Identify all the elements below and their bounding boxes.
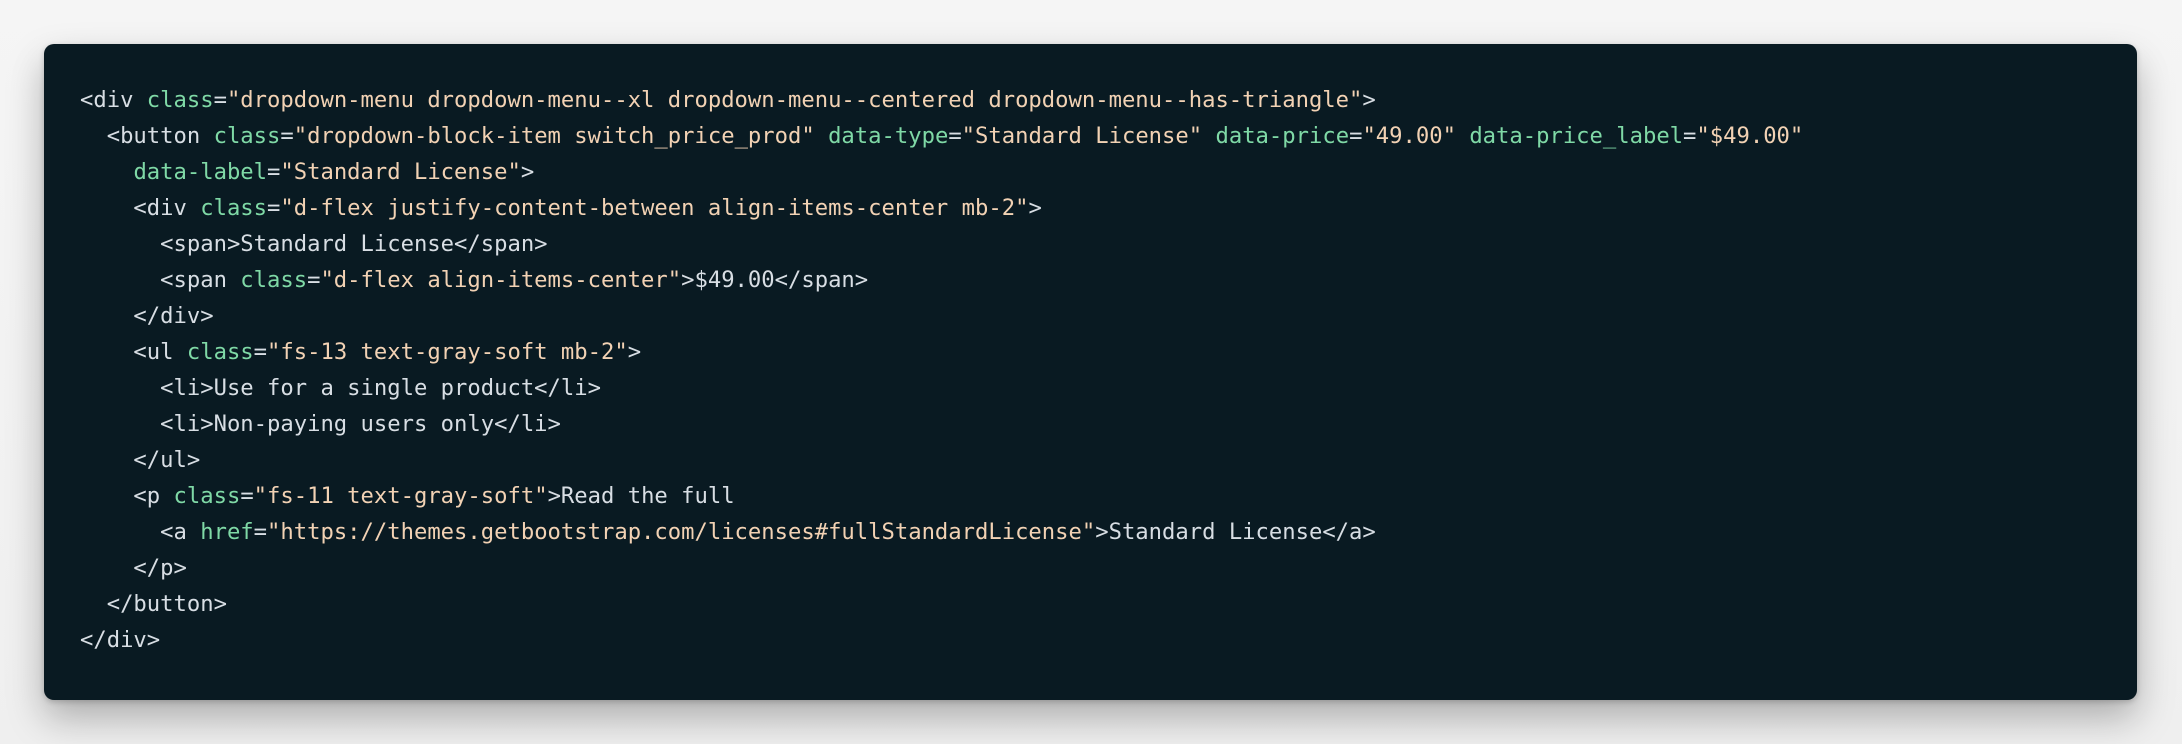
code-line: </ul>: [80, 442, 2101, 478]
code-line: <li>Use for a single product</li>: [80, 370, 2101, 406]
code-line: <a href="https://themes.getbootstrap.com…: [80, 514, 2101, 550]
code-token: data-price: [1215, 123, 1350, 149]
code-token: "49.00": [1362, 123, 1456, 149]
code-token: "d-flex align-items-center": [320, 267, 682, 293]
code-content[interactable]: <div class="dropdown-menu dropdown-menu-…: [80, 82, 2101, 658]
code-token: class: [200, 195, 268, 221]
code-line: <div class="d-flex justify-content-betwe…: [80, 190, 2101, 226]
code-token: data-label: [133, 159, 268, 185]
code-token: >Standard License</a>: [1095, 519, 1376, 545]
code-block: <div class="dropdown-menu dropdown-menu-…: [44, 44, 2137, 700]
code-token: </div>: [80, 303, 214, 329]
code-token: >: [1362, 87, 1376, 113]
code-token: =: [948, 123, 962, 149]
code-token: "Standard License": [280, 159, 521, 185]
code-token: data-price_label: [1469, 123, 1684, 149]
code-token: "dropdown-block-item switch_price_prod": [293, 123, 815, 149]
code-token: <li>Use for a single product</li>: [80, 375, 601, 401]
code-line: <span class="d-flex align-items-center">…: [80, 262, 2101, 298]
code-token: =: [253, 339, 268, 365]
code-token: =: [253, 519, 268, 545]
code-line: </div>: [80, 298, 2101, 334]
code-token: <span: [80, 267, 241, 293]
code-token: =: [280, 123, 294, 149]
code-token: >: [627, 339, 642, 365]
code-token: class: [146, 87, 214, 113]
code-line: <ul class="fs-13 text-gray-soft mb-2">: [80, 334, 2101, 370]
code-token: class: [213, 123, 281, 149]
code-token: class: [186, 339, 254, 365]
code-token: "fs-13 text-gray-soft mb-2": [267, 339, 628, 365]
code-token: =: [1349, 123, 1363, 149]
code-line: <button class="dropdown-block-item switc…: [80, 118, 2101, 154]
code-token: href: [200, 519, 254, 545]
code-token: <div: [80, 87, 147, 113]
code-token: <div: [80, 195, 201, 221]
code-line: <li>Non-paying users only</li>: [80, 406, 2101, 442]
code-token: </button>: [80, 591, 227, 617]
code-token: class: [240, 267, 308, 293]
code-token: </p>: [80, 555, 187, 581]
code-token: =: [1683, 123, 1697, 149]
code-token: </div>: [80, 627, 161, 653]
code-token: >$49.00</span>: [681, 267, 869, 293]
page-background: <div class="dropdown-menu dropdown-menu-…: [0, 0, 2182, 744]
code-token: </ul>: [80, 447, 201, 473]
code-token: <p: [80, 483, 174, 509]
code-line: <p class="fs-11 text-gray-soft">Read the…: [80, 478, 2101, 514]
code-token: <ul: [80, 339, 187, 365]
code-token: <span>Standard License</span>: [80, 231, 548, 257]
code-line: </div>: [80, 622, 2101, 658]
code-token: =: [307, 267, 321, 293]
code-line: <div class="dropdown-menu dropdown-menu-…: [80, 82, 2101, 118]
code-token: "https://themes.getbootstrap.com/license…: [267, 519, 1096, 545]
code-token: >: [1028, 195, 1042, 221]
code-token: =: [267, 159, 281, 185]
code-token: <button: [80, 123, 214, 149]
code-token: <a: [80, 519, 201, 545]
code-token: class: [173, 483, 241, 509]
code-token: >Read the full: [547, 483, 735, 509]
code-token: "dropdown-menu dropdown-menu--xl dropdow…: [226, 87, 1363, 113]
code-line: data-label="Standard License">: [80, 154, 2101, 190]
code-token: <li>Non-paying users only</li>: [80, 411, 561, 437]
code-line: </p>: [80, 550, 2101, 586]
code-token: =: [240, 483, 254, 509]
code-token: data-type: [828, 123, 949, 149]
code-token: >: [520, 159, 535, 185]
code-token: =: [213, 87, 227, 113]
code-token: "fs-11 text-gray-soft": [253, 483, 548, 509]
code-token: "d-flex justify-content-between align-it…: [280, 195, 1029, 221]
code-token: "Standard License": [961, 123, 1203, 149]
code-token: =: [267, 195, 281, 221]
code-line: </button>: [80, 586, 2101, 622]
code-token: "$49.00": [1696, 123, 1804, 149]
code-line: <span>Standard License</span>: [80, 226, 2101, 262]
